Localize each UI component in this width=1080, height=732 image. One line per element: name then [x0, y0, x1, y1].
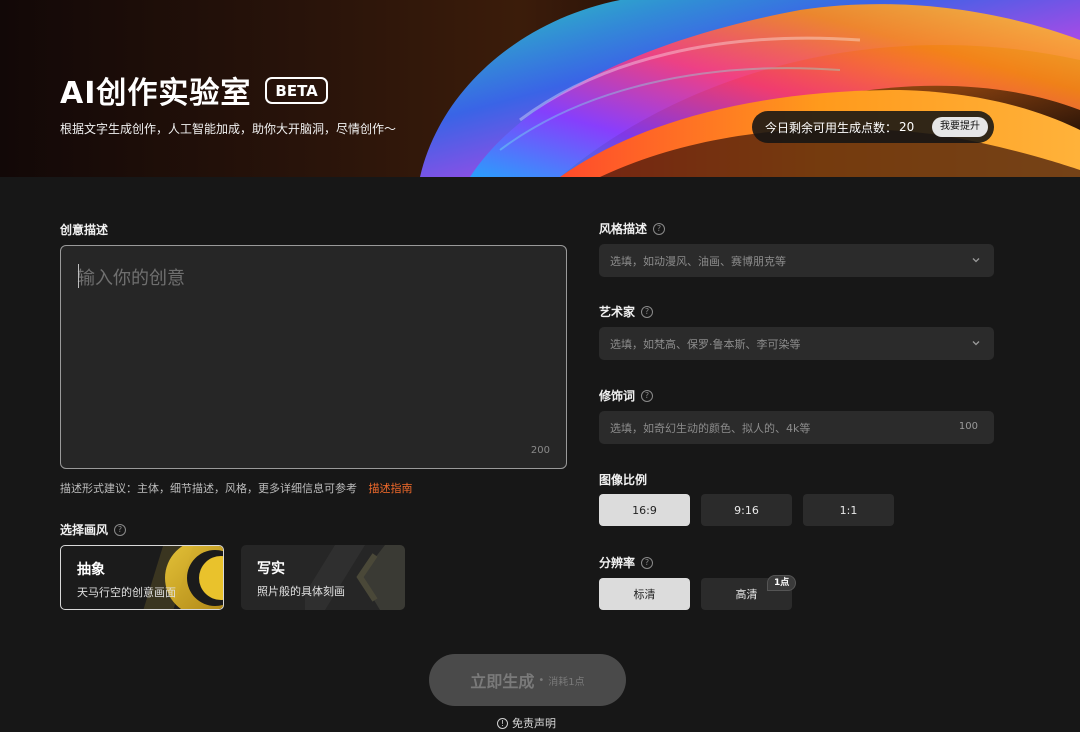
- artist-placeholder: 选填，如梵高、保罗·鲁本斯、李可染等: [610, 337, 801, 351]
- desc-char-limit: 200: [530, 445, 550, 456]
- info-circle-icon: !: [497, 717, 508, 729]
- ratio-option-1-1[interactable]: 1:1: [803, 494, 894, 526]
- style-card-subtitle: 照片般的具体刻画: [257, 585, 345, 598]
- banner-title-group: AI创作实验室 BETA: [60, 68, 328, 112]
- modifier-placeholder: 选填，如奇幻生动的颜色、拟人的、4k等: [610, 421, 811, 435]
- modifier-label: 修饰词 ?: [599, 387, 654, 404]
- generate-label: 立即生成: [470, 672, 535, 691]
- hint-text: 描述形式建议：主体，细节描述，风格，更多详细信息可参考: [60, 482, 357, 495]
- resolution-label-text: 分辨率: [599, 556, 636, 570]
- artist-label: 艺术家 ?: [599, 303, 654, 320]
- style-desc-label-text: 风格描述: [599, 222, 648, 236]
- chevron-down-icon: [972, 341, 980, 346]
- creative-description-input[interactable]: [77, 264, 547, 434]
- abstract-art-icon: [143, 546, 223, 609]
- description-guide-link[interactable]: 描述指南: [369, 482, 413, 495]
- question-circle-icon[interactable]: ?: [114, 523, 127, 536]
- generate-button[interactable]: 立即生成 • 消耗1点: [429, 654, 626, 706]
- style-desc-placeholder: 选填，如动漫风、油画、赛博朋克等: [610, 254, 786, 268]
- style-card-realistic[interactable]: 写实 照片般的具体刻画: [241, 545, 405, 610]
- text-cursor: [78, 264, 79, 288]
- style-label: 选择画风 ?: [60, 521, 127, 538]
- page-title: AI创作实验室: [60, 76, 252, 111]
- banner-subtitle: 根据文字生成创作，人工智能加成，助你大开脑洞，尽情创作～: [60, 122, 397, 136]
- desc-label: 创意描述: [60, 221, 108, 238]
- beta-badge: BETA: [265, 76, 328, 104]
- question-circle-icon[interactable]: ?: [641, 556, 654, 569]
- style-card-abstract[interactable]: 抽象 天马行空的创意画面: [60, 545, 224, 610]
- style-card-title: 抽象: [77, 562, 105, 578]
- modifier-char-limit: 100: [958, 421, 978, 432]
- question-circle-icon[interactable]: ?: [653, 222, 666, 235]
- artist-label-text: 艺术家: [599, 305, 636, 319]
- realistic-art-icon: [305, 545, 405, 610]
- chevron-down-icon: [972, 258, 980, 263]
- desc-label-text: 创意描述: [60, 223, 109, 237]
- credits-value: 20: [899, 120, 915, 134]
- description-hint: 描述形式建议：主体，细节描述，风格，更多详细信息可参考 描述指南: [60, 480, 413, 496]
- style-card-title: 写实: [257, 561, 285, 577]
- artist-select[interactable]: 选填，如梵高、保罗·鲁本斯、李可染等: [599, 327, 994, 360]
- credits-label: 今日剩余可用生成点数：: [765, 120, 898, 135]
- question-circle-icon[interactable]: ?: [641, 305, 654, 318]
- ratio-option-16-9[interactable]: 16:9: [599, 494, 690, 526]
- separator-dot: •: [538, 674, 545, 686]
- credits-pill: 今日剩余可用生成点数： 20 我要提升: [752, 111, 994, 143]
- modifier-input[interactable]: 选填，如奇幻生动的颜色、拟人的、4k等 100: [599, 411, 994, 444]
- resolution-label: 分辨率 ?: [599, 554, 654, 571]
- resolution-option-standard[interactable]: 标清: [599, 578, 690, 610]
- style-desc-label: 风格描述 ?: [599, 220, 666, 237]
- ratio-label: 图像比例: [599, 471, 647, 488]
- disclaimer-text: 免责声明: [512, 717, 556, 730]
- creative-description-box[interactable]: 200: [60, 245, 567, 469]
- generate-cost: 消耗1点: [548, 676, 585, 688]
- style-desc-select[interactable]: 选填，如动漫风、油画、赛博朋克等: [599, 244, 994, 277]
- hero-banner: AI创作实验室 BETA 根据文字生成创作，人工智能加成，助你大开脑洞，尽情创作…: [0, 0, 1080, 177]
- question-circle-icon[interactable]: ?: [641, 389, 654, 402]
- upgrade-button[interactable]: 我要提升: [932, 117, 988, 137]
- style-card-subtitle: 天马行空的创意画面: [77, 586, 176, 599]
- ratio-label-text: 图像比例: [599, 473, 648, 487]
- style-label-text: 选择画风: [60, 523, 109, 537]
- disclaimer-link[interactable]: ! 免责声明: [497, 715, 556, 731]
- ratio-option-9-16[interactable]: 9:16: [701, 494, 792, 526]
- hd-cost-badge: 1点: [767, 575, 797, 591]
- modifier-label-text: 修饰词: [599, 389, 636, 403]
